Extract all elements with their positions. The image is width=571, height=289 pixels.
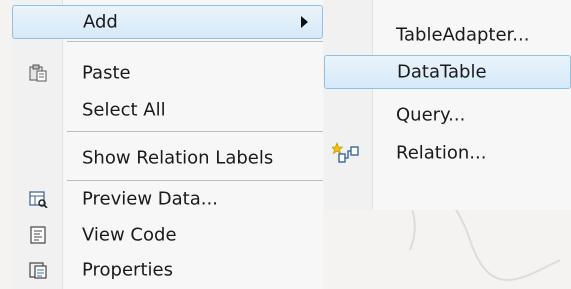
menu-item-label: Select All xyxy=(82,99,166,121)
menu-item-preview-data[interactable]: Preview Data... xyxy=(12,182,323,216)
add-submenu: TableAdapter... DataTable Query... Relat… xyxy=(324,0,571,210)
menu-item-paste[interactable]: Paste xyxy=(12,56,323,90)
menu-item-properties[interactable]: Properties xyxy=(12,253,323,287)
submenu-item-relation[interactable]: Relation... xyxy=(324,136,571,170)
submenu-item-label: Query... xyxy=(396,104,466,126)
menu-item-label: Add xyxy=(83,11,118,33)
menu-item-label: Properties xyxy=(82,259,173,281)
context-menu: Add Paste Select All Show Relation Label… xyxy=(12,0,323,289)
preview-data-icon xyxy=(29,191,48,208)
submenu-arrow-icon xyxy=(301,16,308,28)
view-code-icon xyxy=(30,226,46,244)
submenu-item-datatable[interactable]: DataTable xyxy=(324,55,571,89)
submenu-item-label: Relation... xyxy=(396,142,487,164)
submenu-item-label: TableAdapter... xyxy=(396,24,530,46)
menu-item-label: View Code xyxy=(82,224,177,246)
menu-item-select-all[interactable]: Select All xyxy=(12,93,323,127)
submenu-item-query[interactable]: Query... xyxy=(324,98,571,132)
menu-separator xyxy=(67,41,323,42)
menu-item-label: Paste xyxy=(82,62,131,84)
submenu-item-label: DataTable xyxy=(397,61,487,83)
menu-item-label: Show Relation Labels xyxy=(82,147,274,169)
menu-item-show-relation-labels[interactable]: Show Relation Labels xyxy=(12,141,323,175)
menu-separator xyxy=(67,131,323,132)
properties-icon xyxy=(29,262,47,279)
submenu-item-tableadapter[interactable]: TableAdapter... xyxy=(324,18,571,52)
paste-icon xyxy=(29,64,47,82)
menu-item-view-code[interactable]: View Code xyxy=(12,218,323,252)
relation-icon xyxy=(332,142,359,163)
menu-separator xyxy=(67,180,323,181)
menu-item-add[interactable]: Add xyxy=(12,5,323,39)
menu-item-label: Preview Data... xyxy=(82,188,218,210)
